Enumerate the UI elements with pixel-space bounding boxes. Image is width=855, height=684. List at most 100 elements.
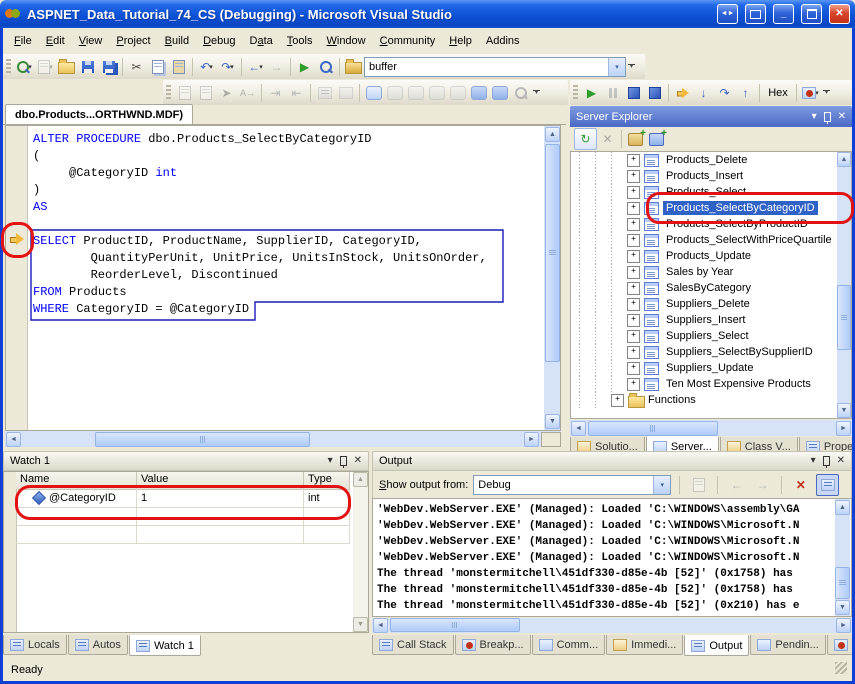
debug-tab-autos[interactable]: Autos <box>68 635 128 655</box>
add-group-by-button[interactable] <box>489 83 510 103</box>
scroll-right-button[interactable]: ► <box>836 618 851 633</box>
minimize-button[interactable]: _ <box>773 4 794 24</box>
expand-icon[interactable]: + <box>627 330 640 343</box>
watch-empty-row[interactable] <box>16 525 350 544</box>
outdent-button[interactable]: ⇤ <box>286 83 307 103</box>
expand-icon[interactable]: + <box>627 266 640 279</box>
expand-icon[interactable]: + <box>627 170 640 183</box>
restart-button[interactable] <box>644 83 665 103</box>
new-website-button[interactable]: ▾ <box>14 57 35 77</box>
step-out-button[interactable]: ↑ <box>735 83 756 103</box>
connect-to-database-button[interactable] <box>625 129 646 149</box>
dock-button[interactable]: ◄► <box>717 4 738 24</box>
menu-project[interactable]: Project <box>109 32 157 50</box>
scroll-left-button[interactable]: ◄ <box>571 421 586 436</box>
tool-tab-call-stack[interactable]: Call Stack <box>372 635 454 655</box>
auto-hide-pin-button[interactable] <box>824 112 831 122</box>
menu-view[interactable]: View <box>72 32 110 50</box>
save-all-button[interactable] <box>98 57 119 77</box>
watch-row[interactable]: @CategoryID1int <box>16 489 350 508</box>
expand-icon[interactable]: + <box>627 234 640 247</box>
tool-tab-comm[interactable]: Comm... <box>532 635 606 655</box>
code-editor[interactable]: ALTER PROCEDURE dbo.Products_SelectByCat… <box>5 125 561 431</box>
close-panel-button[interactable]: ✕ <box>838 112 846 122</box>
tree-item-functions[interactable]: +Functions <box>571 392 851 408</box>
tree-hscroll-thumb[interactable] <box>588 421 718 436</box>
expand-icon[interactable]: + <box>627 362 640 375</box>
scroll-up-button[interactable]: ▲ <box>353 472 368 487</box>
undock-button[interactable] <box>745 4 766 24</box>
scroll-down-button[interactable]: ▼ <box>353 617 368 632</box>
step-into-button[interactable]: ↓ <box>693 83 714 103</box>
show-criteria-pane-button[interactable] <box>384 83 405 103</box>
tree-item-suppliers-update[interactable]: +Suppliers_Update <box>571 360 851 376</box>
close-panel-button[interactable]: ✕ <box>354 456 362 466</box>
close-button[interactable]: ✕ <box>829 4 850 24</box>
scroll-up-button[interactable]: ▲ <box>837 152 851 167</box>
tree-item-suppliers-selectbysupplierid[interactable]: +Suppliers_SelectBySupplierID <box>571 344 851 360</box>
tree-item-products-update[interactable]: +Products_Update <box>571 248 851 264</box>
watch-vscrollbar[interactable] <box>353 472 368 632</box>
connect-to-server-button[interactable] <box>646 129 667 149</box>
debug-tab-watch-1[interactable]: Watch 1 <box>129 635 201 656</box>
show-sql-pane-button[interactable] <box>405 83 426 103</box>
maximize-button[interactable] <box>801 4 822 24</box>
tree-item-products-insert[interactable]: +Products_Insert <box>571 168 851 184</box>
break-all-button[interactable] <box>602 83 623 103</box>
menu-help[interactable]: Help <box>442 32 479 50</box>
watch-column-header-type[interactable]: Type <box>304 472 350 489</box>
tree-item-products-delete[interactable]: +Products_Delete <box>571 152 851 168</box>
watch-grid[interactable]: NameValueType @CategoryID1int ▲ ▼ <box>3 471 369 633</box>
tree-item-products-selectbyproductid[interactable]: +Products_SelectByProductID <box>571 216 851 232</box>
list-members-button[interactable] <box>314 83 335 103</box>
tree-vscroll-thumb[interactable] <box>837 285 851 350</box>
scroll-up-button[interactable]: ▲ <box>545 127 560 142</box>
undo-checkout-button[interactable] <box>335 83 356 103</box>
pointer-button[interactable]: ➤ <box>216 83 237 103</box>
indent-button[interactable]: ⇥ <box>265 83 286 103</box>
debug-tab-locals[interactable]: Locals <box>3 635 67 655</box>
menu-data[interactable]: Data <box>243 32 280 50</box>
toolbar-grip[interactable] <box>166 85 171 101</box>
undo-button[interactable]: ↶▾ <box>196 57 217 77</box>
editor-tab[interactable]: dbo.Products...ORTHWND.MDF) <box>5 104 193 124</box>
menu-edit[interactable]: Edit <box>39 32 72 50</box>
tree-item-suppliers-delete[interactable]: +Suppliers_Delete <box>571 296 851 312</box>
expand-icon[interactable]: + <box>627 298 640 311</box>
find-symbol-button[interactable] <box>343 57 364 77</box>
scroll-down-button[interactable]: ▼ <box>545 414 560 429</box>
properties-window-button[interactable] <box>174 83 195 103</box>
toolbar-overflow-button[interactable]: ▾ <box>533 90 540 95</box>
menu-addins[interactable]: Addins <box>479 32 527 50</box>
menu-window[interactable]: Window <box>319 32 372 50</box>
tree-item-products-selectwithpricequartile[interactable]: +Products_SelectWithPriceQuartile <box>571 232 851 248</box>
tool-tab-immedi[interactable]: Immedi... <box>606 635 683 655</box>
add-item-button[interactable]: ▾ <box>35 57 56 77</box>
expand-icon[interactable]: + <box>611 394 624 407</box>
tree-item-products-selectbycategoryid[interactable]: +Products_SelectByCategoryID <box>571 200 851 216</box>
resize-grip[interactable] <box>835 662 847 674</box>
menu-debug[interactable]: Debug <box>196 32 242 50</box>
tree-item-ten-most-expensive-products[interactable]: +Ten Most Expensive Products <box>571 376 851 392</box>
scroll-left-button[interactable]: ◄ <box>6 432 21 447</box>
menu-community[interactable]: Community <box>373 32 443 50</box>
auto-hide-pin-button[interactable] <box>340 456 347 466</box>
paste-button[interactable] <box>168 57 189 77</box>
window-position-button[interactable]: ▾ <box>812 112 817 122</box>
expand-icon[interactable]: + <box>627 314 640 327</box>
watch-empty-row[interactable] <box>16 507 350 526</box>
menu-file[interactable]: File <box>7 32 39 50</box>
scroll-up-button[interactable]: ▲ <box>835 500 850 515</box>
redo-button[interactable]: ↷▾ <box>217 57 238 77</box>
tree-item-products-select[interactable]: +Products_Select <box>571 184 851 200</box>
clear-all-button[interactable]: ✕ <box>790 475 811 495</box>
breakpoints-window-button[interactable]: ▾ <box>800 83 821 103</box>
scroll-down-button[interactable]: ▼ <box>837 403 851 418</box>
refresh-button[interactable]: ↻ <box>574 128 597 150</box>
tool-tab-error-list[interactable]: Error List <box>827 635 855 655</box>
next-message-button[interactable]: → <box>752 475 773 495</box>
output-hscroll-thumb[interactable] <box>390 618 520 632</box>
scroll-down-button[interactable]: ▼ <box>835 600 850 615</box>
toggle-word-wrap-button[interactable] <box>816 474 839 496</box>
code-text-area[interactable]: ALTER PROCEDURE dbo.Products_SelectByCat… <box>33 131 540 430</box>
